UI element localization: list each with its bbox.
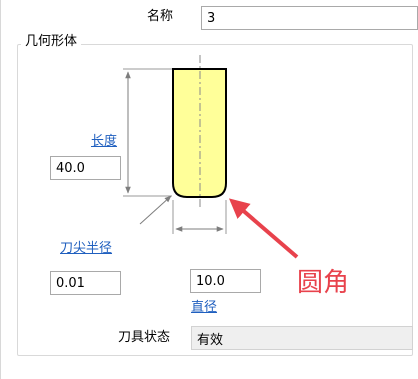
length-link[interactable]: 长度 [91,133,117,151]
diameter-input[interactable] [190,269,261,293]
corner-radius-link[interactable]: 刀尖半径 [60,240,112,258]
tool-diagram [123,55,299,259]
tool-status-field [191,326,413,350]
corner-annotation-text: 圆角 [297,268,350,298]
diameter-link[interactable]: 直径 [191,299,217,317]
annotation-arrow [228,198,299,259]
corner-radius-leader [139,195,172,225]
length-input[interactable] [50,156,121,180]
tool-properties-panel: 名称 几何形体 长度 刀 [0,0,418,379]
corner-radius-input[interactable] [50,271,121,295]
tool-status-label: 刀具状态 [118,330,171,345]
